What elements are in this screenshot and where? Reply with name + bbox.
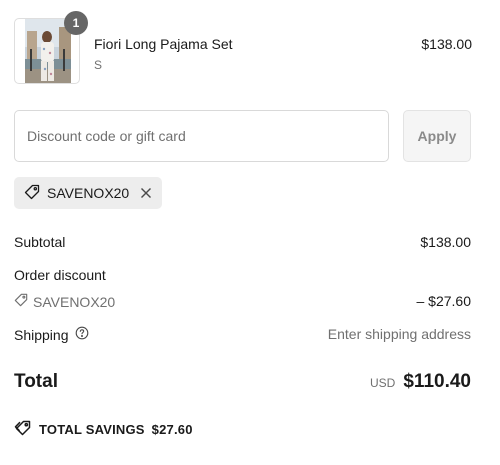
total-amount-group: USD $110.40 [370,371,471,393]
shipping-row: Shipping Enter shipping address [14,326,471,344]
total-savings: TOTAL SAVINGS $27.60 [14,420,193,439]
help-icon[interactable] [75,326,89,343]
total-row: Total USD $110.40 [14,371,471,395]
order-discount-label: Order discount [14,267,106,283]
subtotal-value: $138.00 [420,234,471,250]
product-photo [25,19,71,83]
discount-value: – $27.60 [416,293,472,309]
tag-icon [14,420,32,439]
discount-code-text: SAVENOX20 [33,293,116,310]
shipping-value: Enter shipping address [327,326,471,342]
discount-code-input[interactable] [14,110,389,162]
savings-label: TOTAL SAVINGS [39,422,145,437]
discount-code-row: SAVENOX20 – $27.60 [14,293,471,311]
applied-discount-chip: SAVENOX20 [14,177,163,209]
quantity-badge: 1 [64,11,88,35]
tag-icon [24,184,40,203]
shipping-label: Shipping [14,326,69,343]
product-name: Fiori Long Pajama Set [94,36,233,52]
savings-value: $27.60 [151,422,193,437]
total-label: Total [14,371,58,392]
total-value: $110.40 [403,371,471,392]
apply-button[interactable]: Apply [403,110,471,162]
discount-code-summary: SAVENOX20 [14,293,471,310]
tag-icon [14,293,28,310]
line-item: 1 Fiori Long Pajama Set S $138.00 [14,11,472,86]
close-icon[interactable] [140,187,152,199]
order-discount-row: Order discount [14,267,471,285]
product-variant: S [94,58,103,72]
product-price: $138.00 [421,36,472,52]
discount-code-label: SAVENOX20 [47,185,130,201]
currency-code: USD [370,376,396,390]
subtotal-row: Subtotal $138.00 [14,234,471,252]
subtotal-label: Subtotal [14,234,66,250]
